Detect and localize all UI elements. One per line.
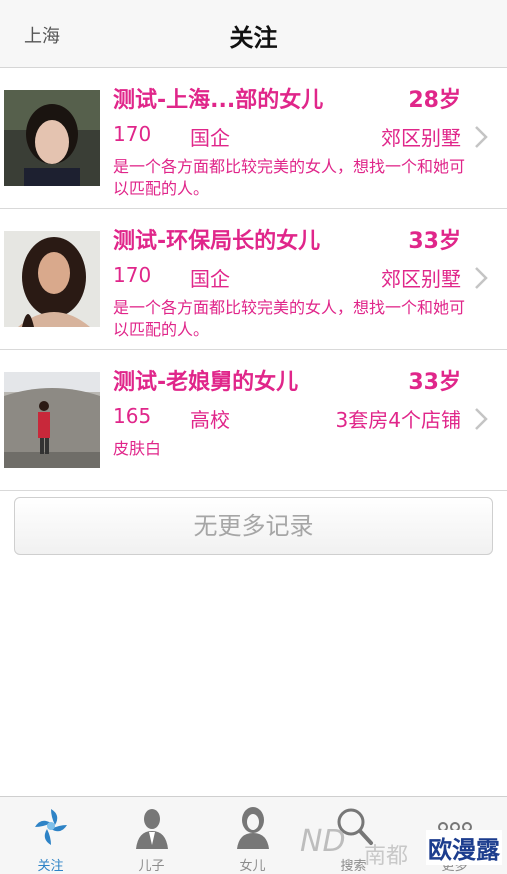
profile-list: 测试-上海...部的女儿 28岁 170 国企 郊区别墅 是一个各方面都比较完美… (0, 68, 507, 491)
tab-label: 女儿 (239, 859, 266, 874)
profile-job: 国企 (190, 267, 230, 291)
profile-height: 170 (113, 263, 152, 287)
watermark: ND 南都 欧漫露 (300, 818, 507, 874)
avatar (4, 90, 100, 186)
tab-daughter[interactable]: 女儿 (202, 797, 303, 874)
chevron-right-icon (475, 408, 488, 430)
list-item[interactable]: 测试-老娘舅的女儿 33岁 165 高校 3套房4个店铺 皮肤白 (0, 350, 507, 491)
son-icon (136, 809, 168, 849)
profile-name: 测试-老娘舅的女儿 (113, 370, 299, 395)
list-item[interactable]: 测试-上海...部的女儿 28岁 170 国企 郊区别墅 是一个各方面都比较完美… (0, 68, 507, 209)
no-more-records-button[interactable]: 无更多记录 (14, 497, 493, 555)
profile-assets: 郊区别墅 (381, 267, 461, 291)
tab-label: 关注 (37, 859, 64, 874)
avatar (4, 372, 100, 468)
profile-description: 皮肤白 (113, 439, 162, 458)
profile-name: 测试-上海...部的女儿 (113, 88, 324, 113)
chevron-right-icon (475, 267, 488, 289)
list-item[interactable]: 测试-环保局长的女儿 33岁 170 国企 郊区别墅 是一个各方面都比较完美的女… (0, 209, 507, 350)
profile-name: 测试-环保局长的女儿 (113, 229, 321, 254)
chevron-right-icon (475, 126, 488, 148)
follow-icon (35, 809, 67, 845)
profile-job: 国企 (190, 126, 230, 150)
profile-height: 170 (113, 122, 152, 146)
profile-description: 是一个各方面都比较完美的女人，想找一个和她可以匹配的人。 (113, 157, 466, 198)
avatar (4, 231, 100, 327)
profile-age: 33岁 (408, 370, 461, 395)
tab-follow[interactable]: 关注 (0, 797, 101, 874)
tab-son[interactable]: 儿子 (101, 797, 202, 874)
profile-age: 28岁 (408, 88, 461, 113)
profile-height: 165 (113, 404, 152, 428)
profile-job: 高校 (190, 408, 230, 432)
watermark-logo: ND (300, 824, 346, 859)
watermark-brand: 欧漫露 (426, 830, 502, 865)
navigation-bar: 上海 关注 (0, 0, 507, 68)
tab-label: 儿子 (138, 859, 165, 874)
watermark-city: 南都 (364, 844, 409, 869)
profile-age: 33岁 (408, 229, 461, 254)
daughter-icon (237, 807, 269, 849)
profile-assets: 3套房4个店铺 (335, 408, 461, 432)
profile-description: 是一个各方面都比较完美的女人，想找一个和她可以匹配的人。 (113, 298, 466, 339)
profile-assets: 郊区别墅 (381, 126, 461, 150)
page-title: 关注 (229, 24, 278, 52)
